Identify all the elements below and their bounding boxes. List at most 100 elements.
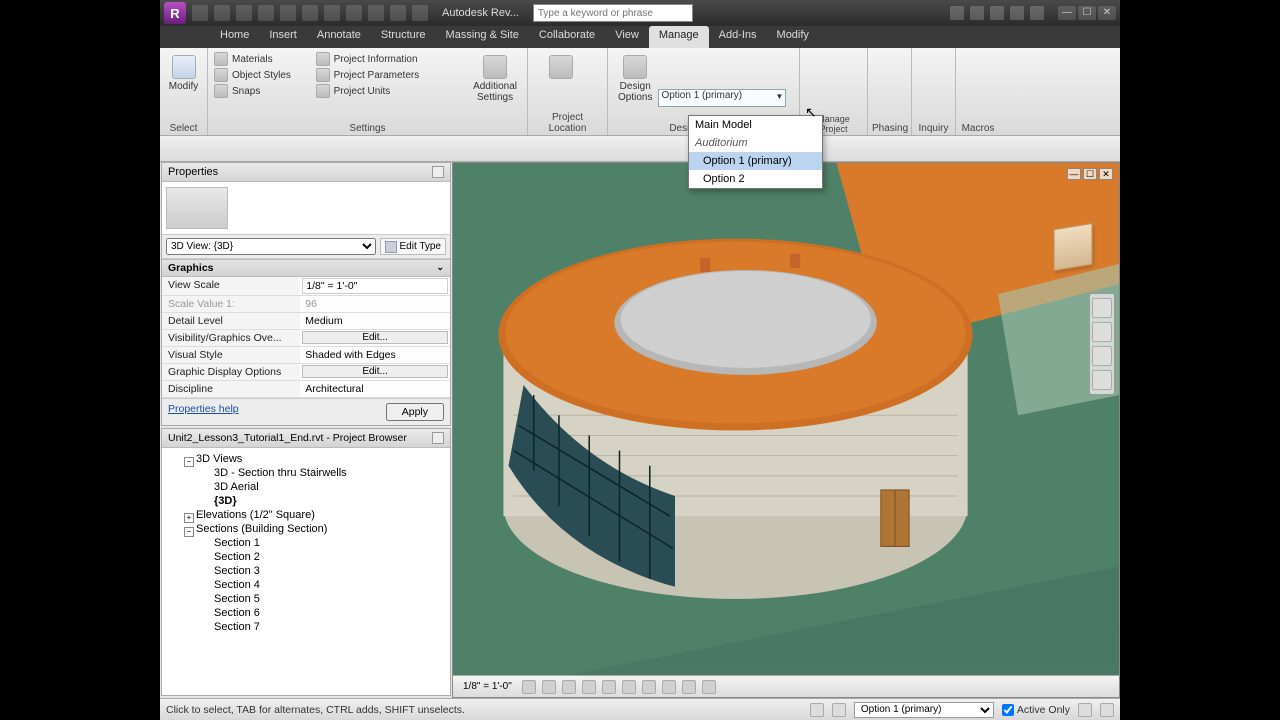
app-menu-icon[interactable]: R <box>164 2 186 24</box>
viewport-3d[interactable]: — ☐ ✕ <box>452 162 1120 698</box>
pan-icon[interactable] <box>1092 322 1112 342</box>
reveal-hidden-icon[interactable] <box>702 680 716 694</box>
infocenter-search[interactable] <box>533 4 693 22</box>
additional-settings-button[interactable]: Additional Settings <box>467 51 523 117</box>
position-icon[interactable] <box>579 53 593 67</box>
phase-settings-icon[interactable] <box>882 77 898 93</box>
tab-manage[interactable]: Manage <box>649 26 709 48</box>
favorites-icon[interactable] <box>1010 6 1024 20</box>
macro-manager-icon[interactable] <box>970 55 986 71</box>
viewcube[interactable] <box>1041 217 1105 281</box>
rendering-icon[interactable] <box>602 680 616 694</box>
close-button[interactable]: ✕ <box>1098 6 1116 20</box>
dropdown-item[interactable]: Option 1 (primary) <box>689 152 822 170</box>
tree-view-item[interactable]: Section 1 <box>198 536 448 550</box>
add-to-set-icon[interactable] <box>658 53 672 67</box>
project-info-button[interactable]: Project Information <box>314 51 446 67</box>
lock-3d-icon[interactable] <box>662 680 676 694</box>
pin-icon[interactable] <box>432 166 444 178</box>
pick-to-edit-icon[interactable] <box>658 71 672 85</box>
tab-massing-site[interactable]: Massing & Site <box>436 26 529 48</box>
manage-images-icon[interactable] <box>826 75 842 91</box>
exclude-icon[interactable] <box>1100 703 1114 717</box>
status-design-option-selector[interactable]: Option 1 (primary) <box>854 702 994 718</box>
tab-structure[interactable]: Structure <box>371 26 436 48</box>
visual-style-icon[interactable] <box>542 680 556 694</box>
view-maximize-button[interactable]: ☐ <box>1083 168 1097 180</box>
manage-links-icon[interactable] <box>826 55 842 71</box>
phases-icon[interactable] <box>882 55 898 71</box>
edit-type-button[interactable]: Edit Type <box>380 238 446 255</box>
ids-icon[interactable] <box>926 55 942 71</box>
tree-view-item[interactable]: 3D Aerial <box>198 480 448 494</box>
property-value[interactable]: Architectural <box>300 381 450 397</box>
shadows-icon[interactable] <box>582 680 596 694</box>
detail-level-icon[interactable] <box>522 680 536 694</box>
tree-view-item[interactable]: Section 7 <box>198 620 448 634</box>
tree-view-item[interactable]: Section 3 <box>198 564 448 578</box>
crop-region-icon[interactable] <box>642 680 656 694</box>
crop-view-icon[interactable] <box>622 680 636 694</box>
view-close-button[interactable]: ✕ <box>1099 168 1113 180</box>
help-icon[interactable] <box>1030 6 1044 20</box>
extra-settings-icon-1[interactable] <box>445 53 459 67</box>
qat-save-icon[interactable] <box>214 5 230 21</box>
search-input[interactable] <box>533 4 693 22</box>
tab-add-ins[interactable]: Add-Ins <box>709 26 767 48</box>
maximize-button[interactable]: ☐ <box>1078 6 1096 20</box>
qat-sync-icon[interactable] <box>412 5 428 21</box>
tab-annotate[interactable]: Annotate <box>307 26 371 48</box>
snaps-button[interactable]: Snaps <box>212 83 314 99</box>
steering-wheel-icon[interactable] <box>1092 298 1112 318</box>
editable-only-icon[interactable] <box>832 703 846 717</box>
tree-view-item[interactable]: 3D - Section thru Stairwells <box>198 466 448 480</box>
temporary-hide-icon[interactable] <box>682 680 696 694</box>
tree-category[interactable]: Sections (Building Section) <box>180 522 448 536</box>
qat-3d-icon[interactable] <box>368 5 384 21</box>
properties-help-link[interactable]: Properties help <box>168 403 239 421</box>
property-value[interactable]: Shaded with Edges <box>300 347 450 363</box>
tab-view[interactable]: View <box>605 26 649 48</box>
dropdown-item[interactable]: Main Model <box>689 116 822 134</box>
tree-view-item[interactable]: Section 4 <box>198 578 448 592</box>
minimize-button[interactable]: — <box>1058 6 1076 20</box>
location-button[interactable] <box>543 51 579 110</box>
qat-section-icon[interactable] <box>390 5 406 21</box>
pin-icon[interactable] <box>432 432 444 444</box>
tree-view-item[interactable]: Section 2 <box>198 550 448 564</box>
property-value[interactable]: Edit... <box>300 330 450 346</box>
qat-undo-icon[interactable] <box>236 5 252 21</box>
materials-button[interactable]: Materials <box>212 51 314 67</box>
subscription-icon[interactable] <box>970 6 984 20</box>
tree-category[interactable]: 3D Views <box>180 452 448 466</box>
qat-redo-icon[interactable] <box>258 5 274 21</box>
project-units-button[interactable]: Project Units <box>314 83 446 99</box>
tree-view-item[interactable]: Section 5 <box>198 592 448 606</box>
coordinates-icon[interactable] <box>579 71 593 85</box>
qat-dim-icon[interactable] <box>346 5 362 21</box>
properties-header[interactable]: Properties <box>162 163 450 182</box>
qat-print-icon[interactable] <box>280 5 296 21</box>
dropdown-item[interactable]: Option 2 <box>689 170 822 188</box>
sun-path-icon[interactable] <box>562 680 576 694</box>
view-minimize-button[interactable]: — <box>1067 168 1081 180</box>
qat-measure-icon[interactable] <box>302 5 318 21</box>
macro-security-icon[interactable] <box>970 77 986 93</box>
apply-button[interactable]: Apply <box>386 403 444 421</box>
zoom-icon[interactable] <box>1092 346 1112 366</box>
property-value[interactable]: Edit... <box>300 364 450 380</box>
property-value[interactable] <box>300 277 450 295</box>
project-params-button[interactable]: Project Parameters <box>314 67 446 83</box>
workset-icon[interactable] <box>810 703 824 717</box>
qat-open-icon[interactable] <box>192 5 208 21</box>
orbit-icon[interactable] <box>1092 370 1112 390</box>
type-selector[interactable]: 3D View: {3D} <box>166 238 376 255</box>
comm-icon[interactable] <box>990 6 1004 20</box>
extra-settings-icon-2[interactable] <box>445 71 459 85</box>
active-only-checkbox[interactable]: Active Only <box>1002 704 1070 716</box>
browser-header[interactable]: Unit2_Lesson3_Tutorial1_End.rvt - Projec… <box>162 429 450 448</box>
design-option-selector[interactable]: Option 1 (primary) ▼ <box>658 89 786 107</box>
tab-home[interactable]: Home <box>210 26 259 48</box>
design-option-dropdown[interactable]: Main ModelAuditoriumOption 1 (primary)Op… <box>688 115 823 189</box>
graphics-section-header[interactable]: Graphics ⌄ <box>162 259 450 277</box>
